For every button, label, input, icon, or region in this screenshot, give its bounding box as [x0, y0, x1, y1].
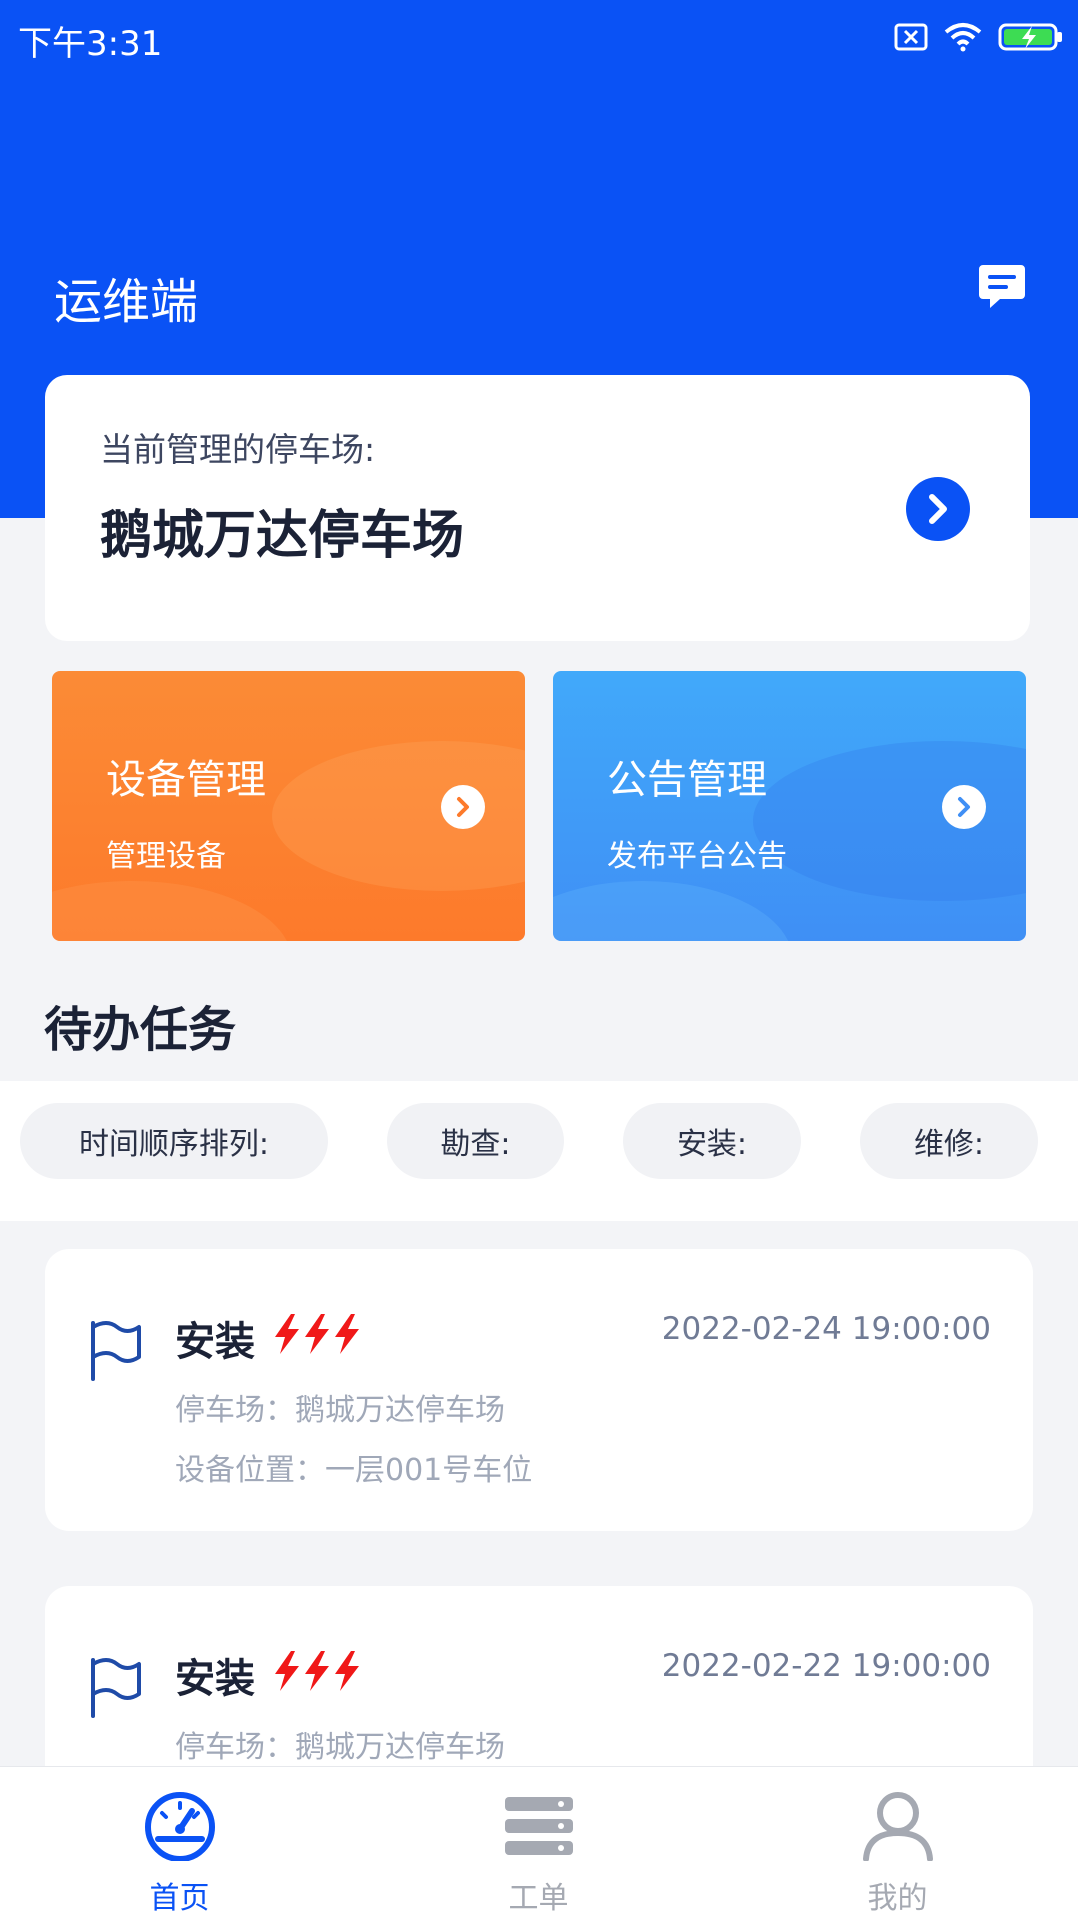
flag-icon: [91, 1321, 141, 1381]
task-time: 2022-02-22 19:00:00: [661, 1648, 991, 1684]
dashboard-icon: [144, 1792, 215, 1861]
tile-decoration: [52, 881, 292, 941]
current-lot-label: 当前管理的停车场:: [100, 430, 376, 469]
task-parking-lot: 停车场：鹅城万达停车场: [175, 1730, 505, 1765]
tile-decoration: [553, 881, 793, 941]
no-sim-icon: [894, 23, 928, 51]
lightning-icon: [305, 1651, 329, 1691]
status-time: 下午3:31: [18, 24, 163, 64]
bottom-tab-bar: 首页 工单 我的: [0, 1766, 1078, 1918]
tab-work-orders[interactable]: 工单: [359, 1767, 718, 1918]
lightning-icon: [275, 1314, 299, 1354]
user-icon: [862, 1792, 933, 1861]
chevron-right-icon: [457, 797, 469, 817]
task-device-location: 设备位置：一层001号车位: [175, 1453, 533, 1488]
tab-home[interactable]: 首页: [0, 1767, 359, 1918]
tile-decoration: [272, 741, 525, 891]
status-bar: 下午3:31: [0, 0, 1078, 76]
urgency-indicator: [273, 1650, 361, 1692]
lightning-icon: [335, 1651, 359, 1691]
tab-label: 我的: [867, 1881, 928, 1916]
tile-arrow-button[interactable]: [942, 785, 986, 829]
announcement-management-tile[interactable]: 公告管理 发布平台公告: [553, 671, 1026, 941]
flag-icon: [91, 1658, 141, 1718]
chevron-right-icon: [929, 494, 947, 524]
tile-subtitle: 管理设备: [106, 839, 226, 874]
task-parking-lot: 停车场：鹅城万达停车场: [175, 1393, 505, 1428]
lightning-icon: [335, 1314, 359, 1354]
filter-sort-by-time[interactable]: 时间顺序排列:: [20, 1103, 328, 1179]
battery-charging-icon: [998, 23, 1062, 51]
lightning-icon: [305, 1314, 329, 1354]
tile-arrow-button[interactable]: [441, 785, 485, 829]
urgency-indicator: [273, 1313, 361, 1355]
lightning-icon: [275, 1651, 299, 1691]
device-management-tile[interactable]: 设备管理 管理设备: [52, 671, 525, 941]
filter-survey[interactable]: 勘查:: [387, 1103, 564, 1179]
message-button[interactable]: [978, 262, 1026, 310]
page-title: 运维端: [54, 274, 199, 330]
tile-decoration: [753, 741, 1026, 901]
tile-subtitle: 发布平台公告: [607, 839, 787, 874]
tab-profile[interactable]: 我的: [718, 1767, 1077, 1918]
tile-title: 公告管理: [607, 757, 767, 803]
tab-label: 首页: [149, 1881, 210, 1916]
filter-bar: 时间顺序排列: 勘查: 安装: 维修:: [0, 1081, 1078, 1221]
lot-switch-button[interactable]: [906, 477, 970, 541]
task-type: 安装: [175, 1319, 255, 1365]
task-card[interactable]: 安装 2022-02-24 19:00:00 停车场：鹅城万达停车场 设备位置：…: [45, 1249, 1033, 1531]
chevron-right-icon: [958, 797, 970, 817]
message-icon: [979, 265, 1025, 308]
filter-install[interactable]: 安装:: [623, 1103, 801, 1179]
task-type: 安装: [175, 1656, 255, 1702]
list-icon: [504, 1797, 573, 1855]
section-title: 待办任务: [44, 1002, 237, 1058]
tab-label: 工单: [508, 1881, 569, 1916]
wifi-icon: [944, 23, 982, 52]
current-lot-card[interactable]: 当前管理的停车场: 鹅城万达停车场: [45, 375, 1030, 641]
filter-repair[interactable]: 维修:: [860, 1103, 1038, 1179]
current-lot-name: 鹅城万达停车场: [100, 506, 465, 566]
task-time: 2022-02-24 19:00:00: [661, 1311, 991, 1347]
tile-title: 设备管理: [106, 757, 266, 803]
